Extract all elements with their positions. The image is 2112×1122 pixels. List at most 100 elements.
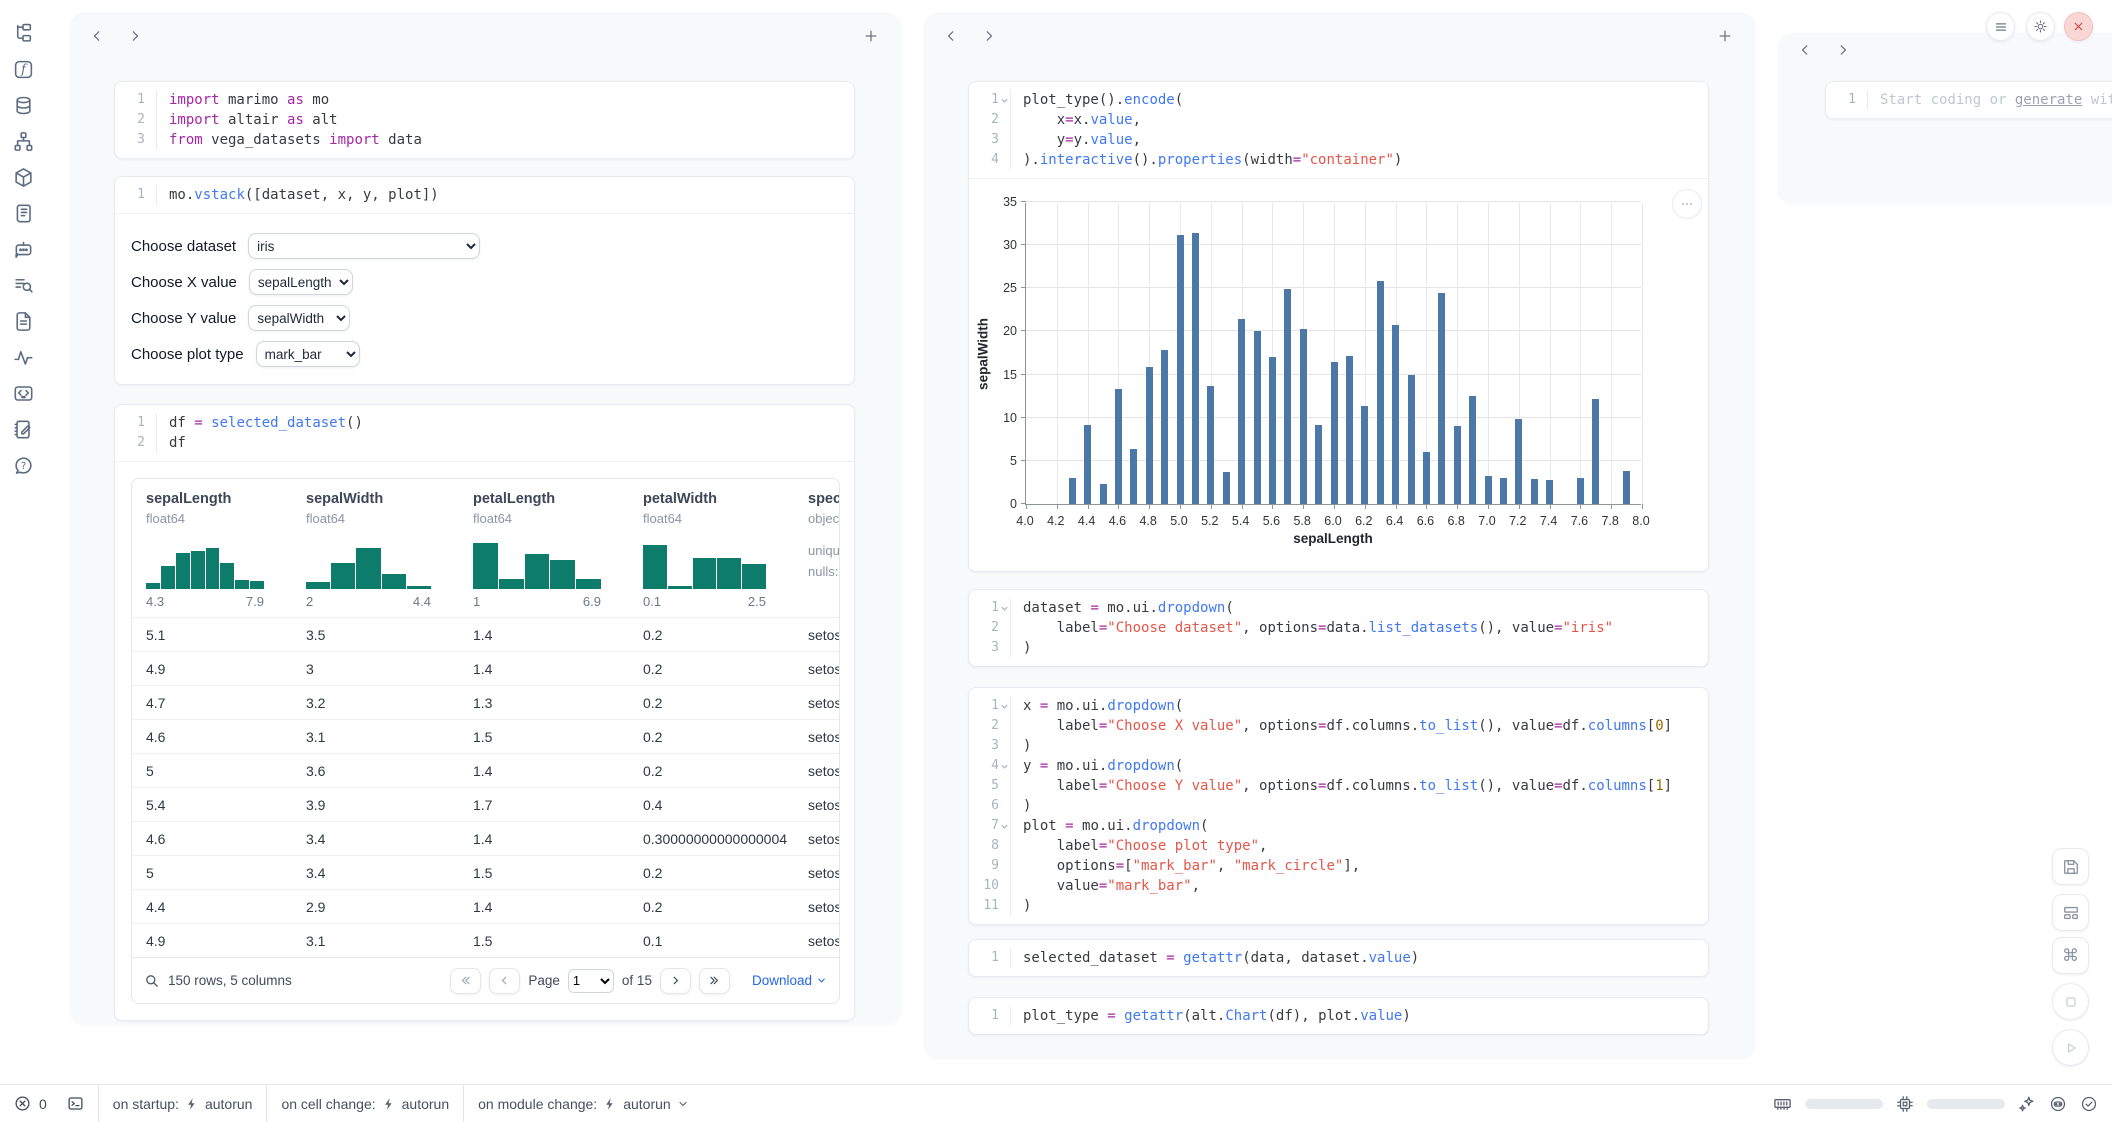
autorun-config[interactable]: on startup:autorun bbox=[99, 1085, 267, 1122]
column-next-button[interactable] bbox=[1834, 41, 1852, 59]
download-button[interactable]: Download bbox=[752, 973, 827, 988]
shutdown-button[interactable] bbox=[2064, 12, 2093, 41]
dropdown-choose-dataset[interactable]: iris bbox=[248, 233, 480, 259]
column-header-petalWidth[interactable]: petalWidthfloat640.12.5 bbox=[629, 489, 794, 617]
sidebar-item-outline[interactable] bbox=[0, 274, 47, 296]
config-value: autorun bbox=[205, 1096, 252, 1112]
chart-bar bbox=[1238, 319, 1245, 504]
sidebar-item-snippets[interactable] bbox=[0, 382, 47, 404]
table-header: sepalLengthfloat644.37.9sepalWidthfloat6… bbox=[132, 479, 839, 617]
dropdown-choose-x-value[interactable]: sepalLength bbox=[249, 269, 353, 295]
column-prev-button[interactable] bbox=[1796, 41, 1814, 59]
dropdown-label: Choose plot type bbox=[131, 346, 244, 363]
code-editor[interactable]: 1selected_dataset = getattr(data, datase… bbox=[969, 940, 1708, 976]
cell-dataset-dropdown[interactable]: 1dataset = mo.ui.dropdown(2 label="Choos… bbox=[968, 589, 1709, 667]
code-editor-placeholder[interactable]: 1Start coding or generate with bbox=[1826, 82, 2112, 118]
cell-xy-plot-dropdowns[interactable]: 1x = mo.ui.dropdown(2 label="Choose X va… bbox=[968, 687, 1709, 925]
run-button[interactable] bbox=[2052, 1029, 2089, 1066]
sidebar-item-tracing[interactable] bbox=[0, 346, 47, 368]
dropdown-choose-y-value[interactable]: sepalWidth bbox=[248, 305, 350, 331]
ai-assist-button[interactable] bbox=[2018, 1095, 2036, 1113]
fold-indicator bbox=[999, 702, 1010, 711]
column-prev-button[interactable] bbox=[88, 27, 106, 45]
add-cell-button[interactable] bbox=[861, 26, 881, 46]
column-next-button[interactable] bbox=[126, 27, 144, 45]
sidebar-item-help[interactable]: ? bbox=[0, 454, 47, 476]
code-line: 4).interactive().properties(width="conta… bbox=[977, 150, 1694, 170]
last-page-button[interactable] bbox=[699, 968, 730, 994]
code-line: 1mo.vstack([dataset, x, y, plot]) bbox=[123, 185, 840, 205]
column-next-button[interactable] bbox=[980, 27, 998, 45]
search-icon[interactable] bbox=[144, 973, 160, 989]
column-header-species[interactable]: speciesobjectunique:nulls: bbox=[794, 489, 840, 617]
code-editor[interactable]: 1dataset = mo.ui.dropdown(2 label="Choos… bbox=[969, 590, 1708, 666]
sidebar-item-packages[interactable] bbox=[0, 166, 47, 188]
range-max: 2.5 bbox=[748, 594, 766, 609]
sidebar-item-functions[interactable]: f bbox=[0, 58, 47, 80]
terminal-button[interactable] bbox=[67, 1095, 84, 1112]
code-editor[interactable]: 1mo.vstack([dataset, x, y, plot]) bbox=[115, 177, 854, 214]
layout-button[interactable] bbox=[2052, 894, 2089, 931]
add-cell-button[interactable] bbox=[1715, 26, 1735, 46]
sidebar-item-scratchpad[interactable] bbox=[0, 418, 47, 440]
chart-bar bbox=[1161, 350, 1168, 504]
autorun-config[interactable]: on cell change:autorun bbox=[267, 1085, 463, 1122]
cell-imports[interactable]: 1import marimo as mo2import altair as al… bbox=[114, 81, 855, 159]
histogram-bar bbox=[643, 545, 667, 589]
sidebar-item-file-tree[interactable] bbox=[0, 22, 47, 44]
cell-new-empty[interactable]: 1Start coding or generate with bbox=[1825, 81, 2112, 119]
errors-button[interactable] bbox=[14, 1095, 31, 1112]
column-header-sepalLength[interactable]: sepalLengthfloat644.37.9 bbox=[132, 489, 292, 617]
page-select[interactable]: 1 bbox=[568, 969, 614, 993]
sidebar-item-datasources[interactable] bbox=[0, 94, 47, 116]
cell-plot-type[interactable]: 1plot_type = getattr(alt.Chart(df), plot… bbox=[968, 997, 1709, 1035]
column-dtype: float64 bbox=[473, 509, 629, 528]
histogram-bar bbox=[161, 566, 175, 589]
vstack-output: Choose datasetirisChoose X valuesepalLen… bbox=[115, 214, 854, 384]
ai-chat-icon bbox=[13, 239, 34, 260]
altair-bar-chart[interactable]: 051015202530354.04.24.44.64.85.05.25.45.… bbox=[969, 179, 1710, 571]
table-row: 4.63.41.40.30000000000000004setosa bbox=[132, 821, 839, 855]
next-page-button[interactable] bbox=[660, 968, 691, 994]
prev-page-button[interactable] bbox=[489, 968, 520, 994]
table-cell: 3.6 bbox=[292, 763, 459, 779]
save-button[interactable] bbox=[2052, 848, 2089, 885]
line-number: 4 bbox=[977, 150, 1011, 170]
cell-plot[interactable]: 1plot_type().encode(2 x=x.value,3 y=y.va… bbox=[968, 81, 1709, 572]
sidebar-item-ai-chat[interactable] bbox=[0, 238, 47, 260]
fold-indicator bbox=[999, 604, 1010, 613]
chevron-left-icon bbox=[90, 29, 104, 43]
column-histogram bbox=[643, 537, 766, 589]
settings-button[interactable] bbox=[2026, 12, 2055, 41]
sidebar-item-documentation[interactable] bbox=[0, 310, 47, 332]
svg-text:?: ? bbox=[21, 460, 26, 471]
chart-bar bbox=[1454, 426, 1461, 504]
dropdown-choose-plot-type[interactable]: mark_bar bbox=[256, 341, 360, 367]
cell-selected-dataset[interactable]: 1selected_dataset = getattr(data, datase… bbox=[968, 939, 1709, 977]
code-editor[interactable]: 1plot_type().encode(2 x=x.value,3 y=y.va… bbox=[969, 82, 1708, 179]
y-tick-label: 0 bbox=[973, 497, 1017, 511]
autorun-config[interactable]: on module change:autorun bbox=[464, 1085, 703, 1122]
sidebar-item-dependency-graph[interactable] bbox=[0, 130, 47, 152]
chart-options-button[interactable] bbox=[1672, 189, 1702, 219]
command-palette-button[interactable]: ⌘ bbox=[2052, 937, 2089, 974]
first-page-button[interactable] bbox=[450, 968, 481, 994]
chart-bar bbox=[1331, 362, 1338, 504]
column-prev-button[interactable] bbox=[942, 27, 960, 45]
connection-status-button[interactable] bbox=[2080, 1095, 2098, 1113]
code-editor[interactable]: 1df = selected_dataset()2df bbox=[115, 405, 854, 462]
cell-dataframe[interactable]: 1df = selected_dataset()2df sepalLengthf… bbox=[114, 404, 855, 1021]
table-row: 5.43.91.70.4setosa bbox=[132, 787, 839, 821]
sidebar-item-logs[interactable] bbox=[0, 202, 47, 224]
chart-output[interactable]: 051015202530354.04.24.44.64.85.05.25.45.… bbox=[969, 179, 1708, 571]
code-editor[interactable]: 1x = mo.ui.dropdown(2 label="Choose X va… bbox=[969, 688, 1708, 924]
code-editor[interactable]: 1plot_type = getattr(alt.Chart(df), plot… bbox=[969, 998, 1708, 1034]
copilot-button[interactable] bbox=[2049, 1095, 2067, 1113]
menu-button[interactable] bbox=[1986, 12, 2015, 41]
table-row: 4.73.21.30.2setosa bbox=[132, 685, 839, 719]
column-header-petalLength[interactable]: petalLengthfloat6416.9 bbox=[459, 489, 629, 617]
cell-vstack[interactable]: 1mo.vstack([dataset, x, y, plot]) Choose… bbox=[114, 176, 855, 385]
column-header-sepalWidth[interactable]: sepalWidthfloat6424.4 bbox=[292, 489, 459, 617]
stop-button[interactable] bbox=[2052, 983, 2089, 1020]
code-editor[interactable]: 1import marimo as mo2import altair as al… bbox=[115, 82, 854, 158]
